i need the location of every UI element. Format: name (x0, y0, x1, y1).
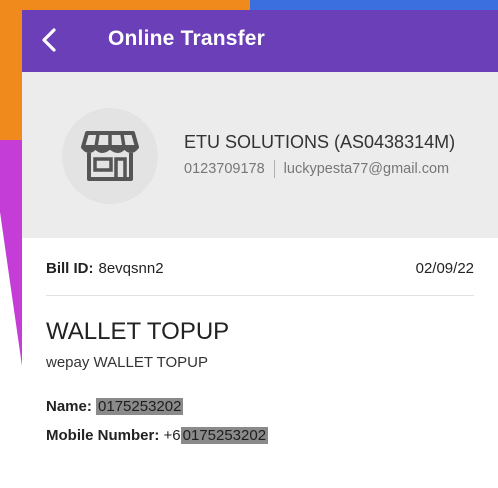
merchant-avatar (62, 108, 158, 204)
background-magenta-shape (0, 140, 24, 380)
merchant-card: ETU SOLUTIONS (AS0438314M) 0123709178 lu… (22, 72, 498, 238)
mobile-prefix: +6 (163, 427, 181, 444)
merchant-email: luckypesta77@gmail.com (283, 161, 450, 177)
divider (46, 295, 474, 296)
name-field: Name: 0175253202 (46, 398, 184, 415)
bill-id-value: 8evqsnn2 (98, 260, 164, 277)
app-screen: Online Transfer ETU SOLUTIONS (AS0438314… (22, 10, 498, 488)
page-title: Online Transfer (108, 27, 266, 50)
bill-date: 02/09/22 (415, 260, 474, 277)
merchant-contact: 0123709178 luckypesta77@gmail.com (184, 160, 449, 178)
merchant-name: ETU SOLUTIONS (AS0438314M) (184, 132, 456, 152)
contact-separator (273, 160, 275, 178)
top-app-bar: Online Transfer (22, 10, 498, 72)
chevron-left-icon (42, 28, 56, 52)
mobile-label: Mobile Number: (46, 427, 160, 444)
name-value: 0175253202 (96, 398, 184, 415)
mobile-value: 0175253202 (180, 427, 269, 444)
bill-row: Bill ID: 8evqsnn2 02/09/22 (46, 260, 474, 277)
mobile-field: Mobile Number: +6 0175253202 (46, 427, 269, 444)
background-blue-shape (250, 0, 498, 10)
product-subtitle: wepay WALLET TOPUP (46, 354, 209, 371)
bill-id-label: Bill ID: (46, 260, 94, 277)
back-button[interactable] (32, 22, 68, 58)
name-label: Name: (46, 398, 92, 415)
product-title: WALLET TOPUP (46, 318, 230, 345)
store-icon (81, 131, 139, 181)
merchant-phone: 0123709178 (184, 161, 265, 177)
